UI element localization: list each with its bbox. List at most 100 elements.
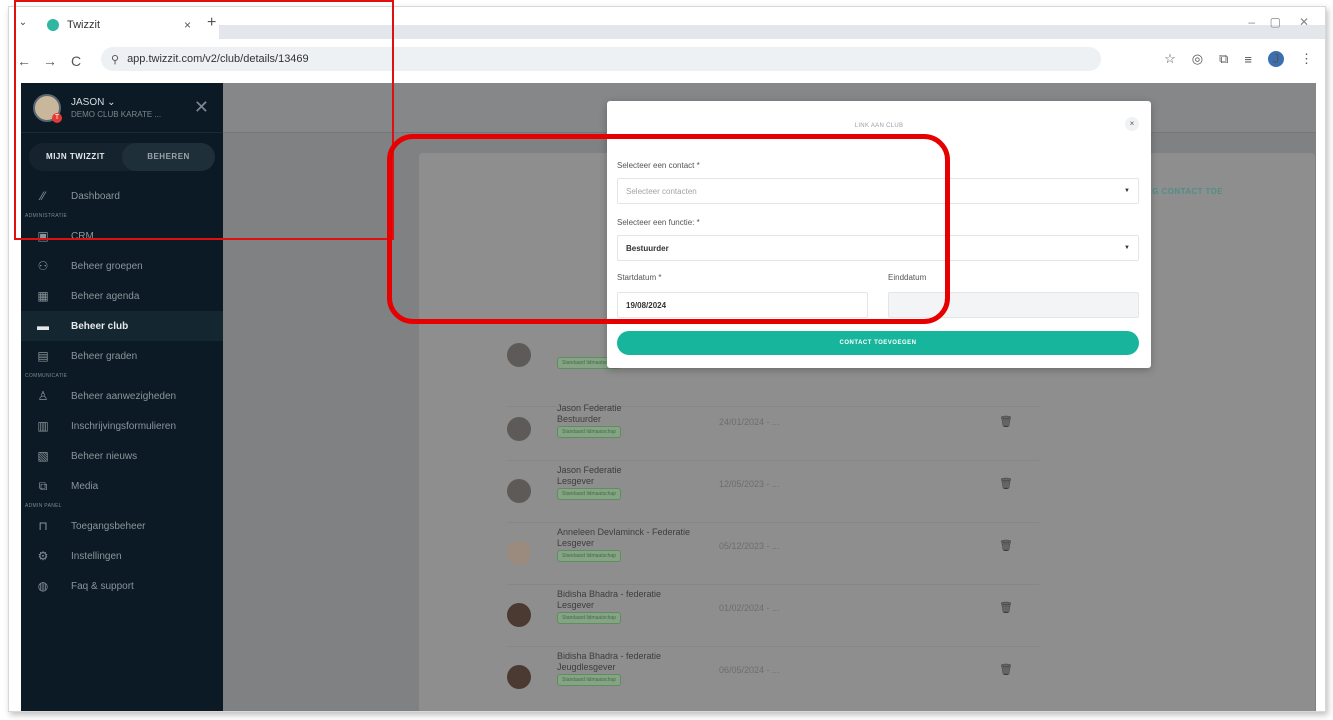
- sidebar-item-label: Media: [71, 480, 99, 492]
- address-bar-row: ← → C ⚲ app.twizzit.com/v2/club/details/…: [9, 39, 1325, 83]
- media-controls-icon[interactable]: ≡: [1244, 52, 1252, 67]
- sidebar-item-label: CRM: [71, 230, 94, 242]
- chevron-down-icon: ▼: [1124, 188, 1130, 194]
- trash-icon[interactable]: 🗑: [999, 539, 1013, 552]
- contact-date: 12/05/2023 - ...: [719, 479, 780, 489]
- end-date-label: Einddatum: [888, 273, 927, 282]
- sidebar-item-beheer-agenda[interactable]: ▦ Beheer agenda: [21, 281, 223, 311]
- membership-badge: Standaard lidmaatschap: [557, 674, 621, 686]
- contact-name: Anneleen Devlaminck - Federatie: [557, 527, 691, 537]
- app-area: T JASON ⌄ DEMO CLUB KARATE ... ✕ MIJN TW…: [21, 83, 1316, 711]
- contact-role: Jeugdlesgever: [557, 662, 616, 672]
- modal-close-icon[interactable]: ×: [1125, 117, 1139, 131]
- table-row: Anneleen Devlaminck - Federatie Lesgever…: [507, 523, 1039, 585]
- tab-mijn-twizzit[interactable]: MIJN TWIZZIT: [29, 143, 122, 171]
- sidebar-item-label: Beheer graden: [71, 350, 138, 362]
- end-date-input[interactable]: [888, 292, 1139, 318]
- sidebar-item-label: Inschrijvingsformulieren: [71, 420, 177, 432]
- contact-name: Bidisha Bhadra - federatie: [557, 651, 662, 661]
- table-row: Bidisha Bhadra - federatie Lesgever Stan…: [507, 585, 1039, 647]
- browser-tab[interactable]: Twizzit ×: [39, 13, 199, 37]
- list-icon: ▤: [37, 349, 49, 363]
- contact-toevoegen-button[interactable]: CONTACT TOEVOEGEN: [617, 331, 1139, 355]
- toolbar-icons: ☆ ◎ ⧉ ≡ J ⋮: [1164, 51, 1313, 67]
- sidebar-item-beheer-nieuws[interactable]: ▧ Beheer nieuws: [21, 441, 223, 471]
- address-bar[interactable]: ⚲ app.twizzit.com/v2/club/details/13469: [101, 47, 1101, 71]
- contact-role: Lesgever: [557, 538, 595, 548]
- add-contact-button[interactable]: OEG CONTACT TOE: [1140, 187, 1223, 196]
- browser-window: ⌄ Twizzit × + – ▢ ✕ ← → C ⚲ app.twizzit.…: [8, 6, 1326, 712]
- sidebar-item-label: Toegangsbeheer: [71, 520, 146, 532]
- membership-badge: Standaard lidmaatschap: [557, 612, 621, 624]
- sidebar-item-inschrijvingsformulieren[interactable]: ▥ Inschrijvingsformulieren: [21, 411, 223, 441]
- sidebar-item-instellingen[interactable]: ⚙ Instellingen: [21, 541, 223, 571]
- media-icon: ⧉: [38, 478, 48, 493]
- profile-avatar[interactable]: J: [1268, 51, 1284, 67]
- browser-menu-icon[interactable]: ⋮: [1300, 51, 1313, 67]
- reload-button[interactable]: C: [65, 50, 87, 72]
- contact-role: Lesgever: [557, 600, 595, 610]
- user-avatar: T: [33, 93, 62, 123]
- table-row: Bidisha Bhadra - federatie Jeugdlesgever…: [507, 647, 1039, 709]
- start-date-label: Startdatum *: [617, 273, 662, 282]
- sidebar-item-toegangsbeheer[interactable]: ⊓ Toegangsbeheer: [21, 511, 223, 541]
- support-icon: ◍: [37, 579, 49, 593]
- trash-icon[interactable]: 🗑: [999, 477, 1013, 490]
- forward-button[interactable]: →: [39, 50, 61, 72]
- membership-badge: Standaard lidmaatschap: [557, 426, 621, 438]
- window-close-button[interactable]: ✕: [1299, 15, 1309, 31]
- screenshot-icon[interactable]: ◎: [1192, 51, 1203, 67]
- window-minimize-button[interactable]: –: [1248, 15, 1255, 31]
- sidebar-item-beheer-club[interactable]: ▬ Beheer club: [21, 311, 223, 341]
- contact-avatar: [507, 479, 531, 503]
- user-header[interactable]: T JASON ⌄ DEMO CLUB KARATE ... ✕: [21, 83, 223, 133]
- trash-icon[interactable]: 🗑: [999, 601, 1013, 614]
- start-date-input[interactable]: 19/08/2024: [617, 292, 868, 318]
- gear-icon: ⚙: [37, 549, 49, 563]
- newspaper-icon: ▧: [37, 449, 49, 463]
- sidebar-item-label: Faq & support: [71, 580, 134, 592]
- trash-icon[interactable]: 🗑: [999, 415, 1013, 428]
- sidebar-item-label: Beheer club: [71, 320, 129, 332]
- new-tab-button[interactable]: +: [207, 15, 216, 31]
- tab-search-icon[interactable]: ⌄: [15, 15, 31, 31]
- main-content: nnen OEG CONTACT TOE Standaard lidmaatsc…: [223, 83, 1316, 711]
- contact-select[interactable]: Selecteer contacten ▼: [617, 178, 1139, 204]
- sidebar-item-beheer-groepen[interactable]: ⚇ Beheer groepen: [21, 251, 223, 281]
- sidebar-item-label: Beheer groepen: [71, 260, 143, 272]
- sidebar-item-label: Beheer agenda: [71, 290, 140, 302]
- site-settings-icon[interactable]: ⚲: [111, 53, 119, 66]
- back-button[interactable]: ←: [13, 50, 35, 72]
- contact-name: Jason Federatie: [557, 465, 622, 475]
- section-label-communicatie: COMMUNICATIE: [25, 373, 68, 379]
- sidebar-item-crm[interactable]: ▣ CRM: [21, 221, 223, 251]
- tab-beheren[interactable]: BEHEREN: [122, 143, 215, 171]
- sidebar-item-faq-support[interactable]: ◍ Faq & support: [21, 571, 223, 601]
- contact-avatar: [507, 665, 531, 689]
- building-icon: ▬: [37, 319, 49, 333]
- sidebar-item-media[interactable]: ⧉ Media: [21, 471, 223, 501]
- extensions-icon[interactable]: ⧉: [1219, 51, 1228, 67]
- membership-badge: Standaard lidmaatschap: [557, 550, 621, 562]
- function-select[interactable]: Bestuurder ▼: [617, 235, 1139, 261]
- contact-role: Lesgever: [557, 476, 595, 486]
- section-label-admin-panel: ADMIN PANEL: [25, 503, 62, 509]
- trash-icon[interactable]: 🗑: [999, 663, 1013, 676]
- sidebar-item-beheer-aanwezigheden[interactable]: ♙ Beheer aanwezigheden: [21, 381, 223, 411]
- clipboard-icon: ▥: [37, 419, 49, 433]
- sidebar-item-label: Dashboard: [71, 190, 120, 202]
- sidebar-mode-toggle: MIJN TWIZZIT BEHEREN: [29, 143, 215, 171]
- tab-close-icon[interactable]: ×: [184, 18, 191, 32]
- function-label: Selecteer een functie: *: [617, 218, 700, 227]
- contact-date: 06/05/2024 - ...: [719, 665, 780, 675]
- sidebar: T JASON ⌄ DEMO CLUB KARATE ... ✕ MIJN TW…: [21, 83, 223, 711]
- bookmark-star-icon[interactable]: ☆: [1164, 51, 1176, 67]
- sidebar-close-icon[interactable]: ✕: [194, 97, 209, 118]
- window-maximize-button[interactable]: ▢: [1270, 15, 1281, 31]
- user-club: DEMO CLUB KARATE ...: [71, 109, 162, 119]
- contact-date: 05/12/2023 - ...: [719, 541, 780, 551]
- sidebar-item-dashboard[interactable]: ⁄⁄ Dashboard: [21, 181, 223, 211]
- table-row: Jason Federatie Bestuurder Standaard lid…: [507, 399, 1039, 461]
- chart-line-icon: ⁄⁄: [40, 189, 45, 203]
- sidebar-item-beheer-graden[interactable]: ▤ Beheer graden: [21, 341, 223, 371]
